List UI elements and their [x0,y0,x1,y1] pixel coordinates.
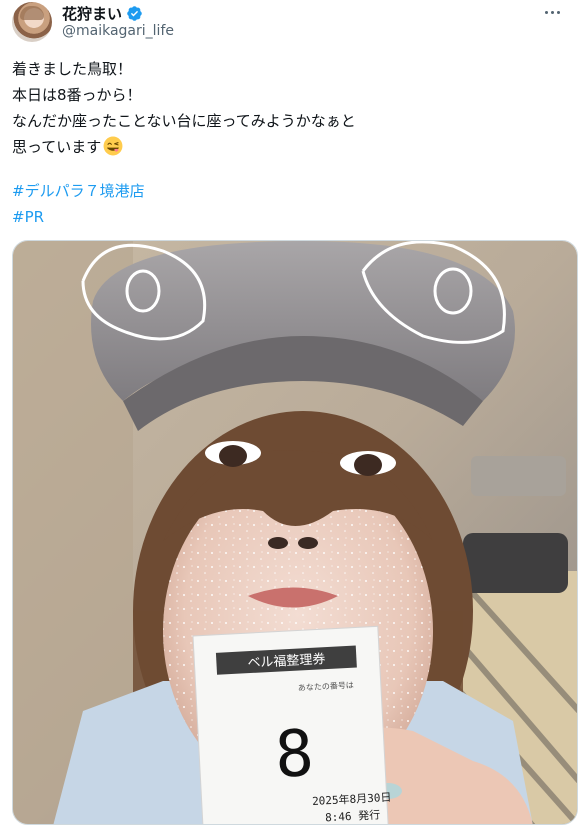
text-line-with-emoji: 思っています [12,134,572,160]
tweet-text: 着きました鳥取！ 本日は8番っから！ なんだか座ったことない台に座ってみようかな… [12,56,572,160]
text-line: 着きました鳥取！ [12,60,133,78]
photo[interactable]: ベル福整理券 あなたの番号は 8 2025年8月30日 8:46 発行 [12,240,578,825]
dot-icon [556,10,560,14]
selfie-image: ベル福整理券 あなたの番号は 8 2025年8月30日 8:46 発行 [13,241,577,824]
dot-icon [550,10,554,14]
hashtag-link[interactable]: #デルパラ７境港店 [12,178,145,204]
text-line: なんだか座ったことない台に座ってみようかなぁと [12,112,356,130]
tweet: 花狩まい @maikagari_life 着きました鳥取！ 本日は8番っから！ … [0,0,583,825]
display-name[interactable]: 花狩まい [62,3,122,24]
tweet-header: 花狩まい @maikagari_life [12,2,572,42]
verified-badge-icon [127,5,142,21]
user-handle[interactable]: @maikagari_life [62,23,174,39]
name-row: 花狩まい [62,3,143,23]
hashtag-link[interactable]: #PR [12,204,145,230]
ticket-number: 8 [273,717,315,793]
dot-icon [544,10,548,14]
ticket-time: 8:46 発行 [325,807,381,824]
more-options-button[interactable] [540,2,564,22]
avatar[interactable] [12,2,52,42]
hashtags: #デルパラ７境港店 #PR [12,178,145,230]
face-savoring-food-icon [103,136,123,156]
text-line: 本日は8番っから！ [12,86,142,104]
text-line: 思っています [12,138,102,156]
